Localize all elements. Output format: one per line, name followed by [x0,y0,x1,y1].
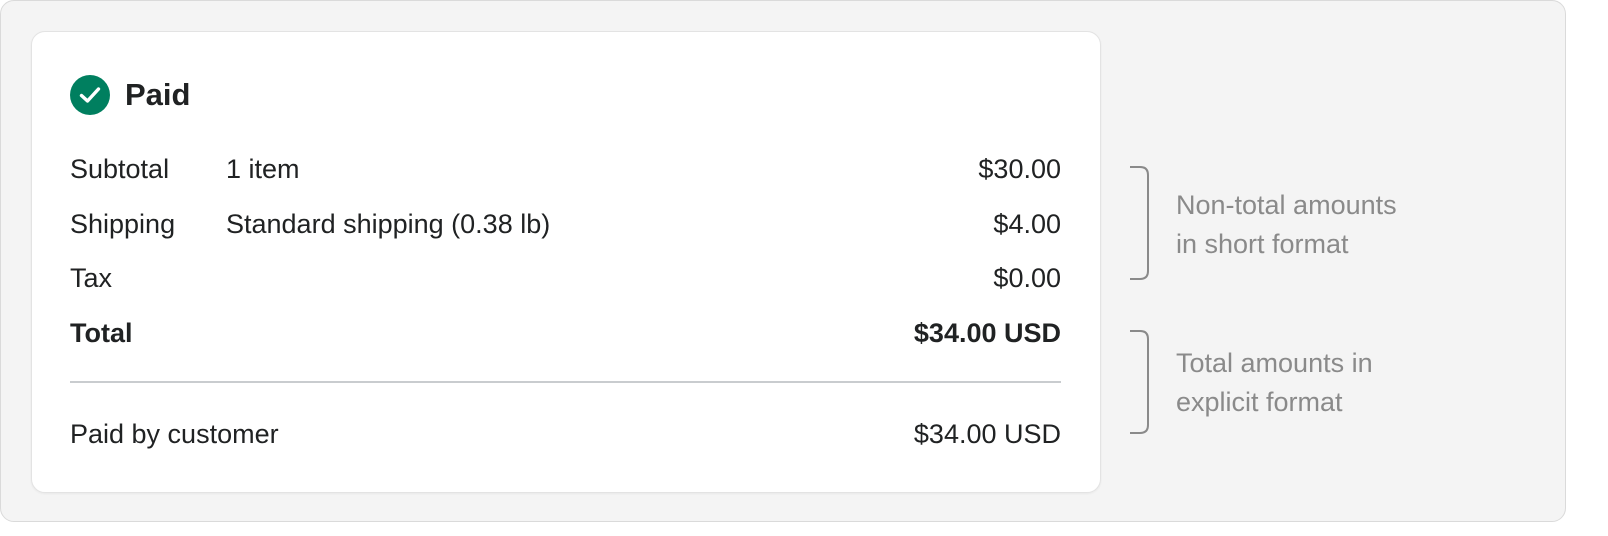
payment-status-label: Paid [125,77,191,112]
row-amount: $0.00 [993,263,1061,293]
annotation-line: Non-total amounts [1176,190,1397,220]
divider [70,381,1061,383]
annotation-line: in short format [1176,229,1349,259]
paid-by-label: Paid by customer [70,419,279,449]
row-amount: $30.00 [978,154,1061,184]
payment-summary-card: Paid Subtotal 1 item $30.00 Shipping Sta… [31,31,1101,493]
annotation-line: explicit format [1176,387,1343,417]
bracket-non-total [1130,166,1149,280]
annotation-total: Total amounts in explicit format [1176,344,1476,422]
row-label: Tax [70,263,113,293]
shipping-row: Shipping Standard shipping (0.38 lb) $4.… [70,204,1061,244]
paid-by-customer-row: Paid by customer $34.00 USD [70,414,1061,454]
paid-by-amount: $34.00 USD [913,419,1061,449]
checkmark-glyph [79,87,101,103]
row-label: Shipping [70,209,176,239]
check-circle-icon [70,75,110,115]
total-row: Total $34.00 USD [70,313,1061,353]
total-amount: $34.00 USD [913,318,1061,348]
row-description: 1 item [226,154,300,184]
bracket-total [1130,330,1149,434]
row-description: Standard shipping (0.38 lb) [226,209,551,239]
tax-row: Tax $0.00 [70,258,1061,298]
annotation-non-total: Non-total amounts in short format [1176,186,1476,264]
subtotal-row: Subtotal 1 item $30.00 [70,149,1061,189]
payment-status-header: Paid [70,75,190,115]
total-label: Total [70,318,133,348]
row-label: Subtotal [70,154,170,184]
annotation-line: Total amounts in [1176,348,1373,378]
row-amount: $4.00 [993,209,1061,239]
